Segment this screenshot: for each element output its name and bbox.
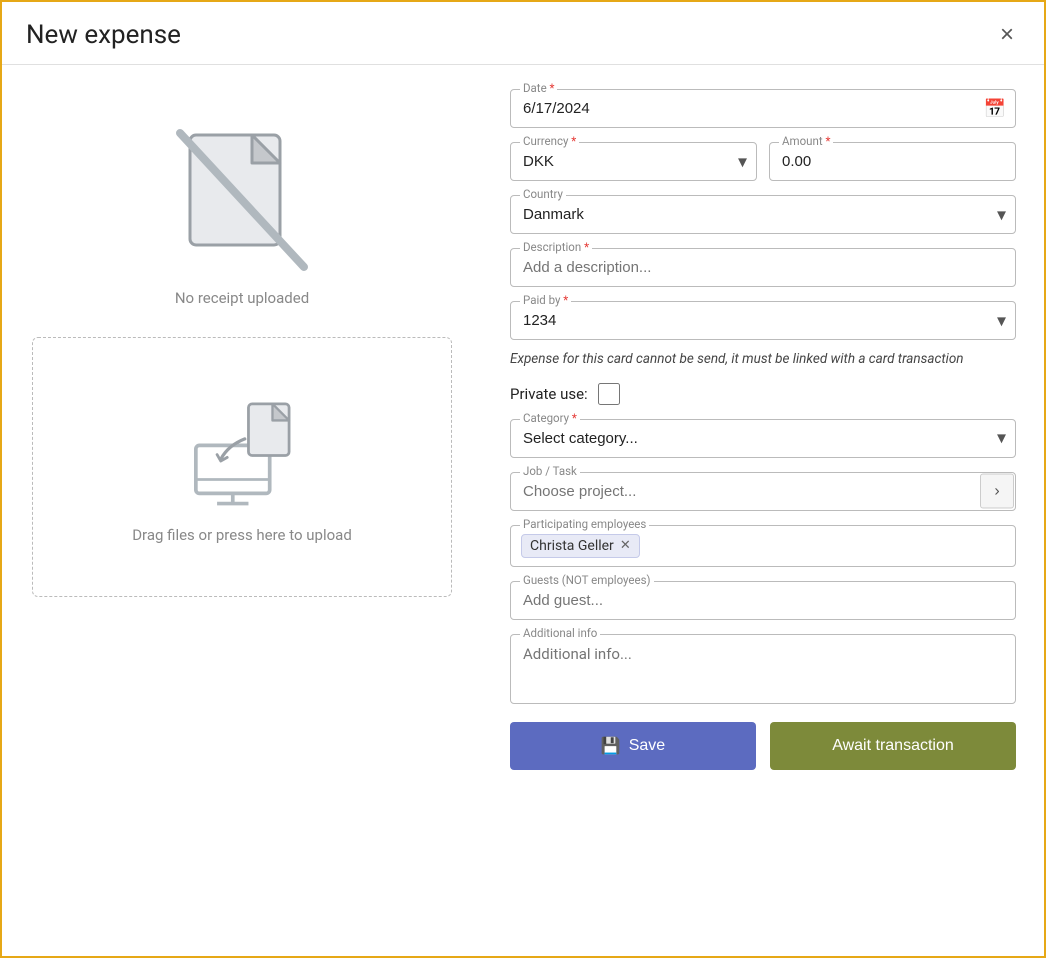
paid-by-label: Paid by * bbox=[520, 293, 571, 307]
upload-area[interactable]: Drag files or press here to upload bbox=[32, 337, 452, 597]
upload-text: Drag files or press here to upload bbox=[132, 526, 352, 544]
category-field-group: Category * Select category... ▾ bbox=[510, 419, 1016, 458]
modal-header: New expense × bbox=[2, 2, 1044, 65]
date-wrapper: 📅 bbox=[510, 89, 1016, 128]
buttons-row: 💾 Save Await transaction bbox=[510, 722, 1016, 770]
paid-by-select-wrapper: 1234 ▾ bbox=[510, 301, 1016, 340]
no-receipt-icon bbox=[162, 115, 322, 275]
country-field-group: Country Danmark ▾ bbox=[510, 195, 1016, 234]
close-button[interactable]: × bbox=[994, 21, 1020, 49]
country-select[interactable]: Danmark bbox=[510, 195, 1016, 234]
await-transaction-button[interactable]: Await transaction bbox=[770, 722, 1016, 770]
category-label: Category * bbox=[520, 411, 580, 425]
job-task-wrapper: › bbox=[510, 472, 1016, 511]
left-panel: No receipt uploaded Drag files bbox=[2, 65, 482, 956]
employee-tag-name: Christa Geller bbox=[530, 538, 614, 554]
amount-label: Amount * bbox=[779, 134, 833, 148]
date-label: Date * bbox=[520, 81, 557, 95]
modal-title: New expense bbox=[26, 20, 181, 50]
job-task-field-group: Job / Task › bbox=[510, 472, 1016, 511]
currency-amount-row: Currency * DKK ▾ Amount * bbox=[510, 142, 1016, 181]
employee-tag: Christa Geller ✕ bbox=[521, 534, 640, 558]
job-task-arrow-button[interactable]: › bbox=[980, 474, 1014, 509]
participating-field-group: Participating employees Christa Geller ✕ bbox=[510, 525, 1016, 567]
guests-label: Guests (NOT employees) bbox=[520, 573, 654, 587]
job-task-input[interactable] bbox=[510, 472, 1016, 511]
category-select[interactable]: Select category... bbox=[510, 419, 1016, 458]
no-receipt-area: No receipt uploaded bbox=[162, 115, 322, 307]
save-button[interactable]: 💾 Save bbox=[510, 722, 756, 770]
right-panel: Date * 📅 Currency * DKK bbox=[482, 65, 1044, 956]
private-use-row: Private use: bbox=[510, 383, 1016, 405]
participating-label: Participating employees bbox=[520, 517, 649, 531]
modal-body: No receipt uploaded Drag files bbox=[2, 65, 1044, 956]
modal-container: New expense × No receipt uploaded bbox=[0, 0, 1046, 958]
date-input[interactable] bbox=[510, 89, 1016, 128]
private-use-label: Private use: bbox=[510, 385, 588, 403]
tag-container[interactable]: Christa Geller ✕ bbox=[510, 525, 1016, 567]
category-select-wrapper: Select category... ▾ bbox=[510, 419, 1016, 458]
additional-field-group: Additional info bbox=[510, 634, 1016, 704]
description-field-group: Description * bbox=[510, 248, 1016, 287]
additional-label: Additional info bbox=[520, 626, 600, 640]
currency-label: Currency * bbox=[520, 134, 579, 148]
date-field-group: Date * 📅 bbox=[510, 89, 1016, 128]
country-select-wrapper: Danmark ▾ bbox=[510, 195, 1016, 234]
private-use-checkbox[interactable] bbox=[598, 383, 620, 405]
amount-field-group: Amount * bbox=[769, 142, 1016, 181]
job-task-label: Job / Task bbox=[520, 464, 580, 478]
country-label: Country bbox=[520, 187, 566, 201]
currency-field-group: Currency * DKK ▾ bbox=[510, 142, 757, 181]
paid-by-select[interactable]: 1234 bbox=[510, 301, 1016, 340]
employee-tag-remove[interactable]: ✕ bbox=[620, 539, 631, 552]
save-icon: 💾 bbox=[601, 736, 621, 756]
description-label: Description * bbox=[520, 240, 592, 254]
upload-icon bbox=[182, 390, 302, 510]
paid-by-field-group: Paid by * 1234 ▾ bbox=[510, 301, 1016, 340]
no-receipt-text: No receipt uploaded bbox=[175, 289, 309, 307]
card-warning-text: Expense for this card cannot be send, it… bbox=[510, 350, 1016, 369]
guests-field-group: Guests (NOT employees) bbox=[510, 581, 1016, 620]
additional-textarea[interactable] bbox=[510, 634, 1016, 704]
